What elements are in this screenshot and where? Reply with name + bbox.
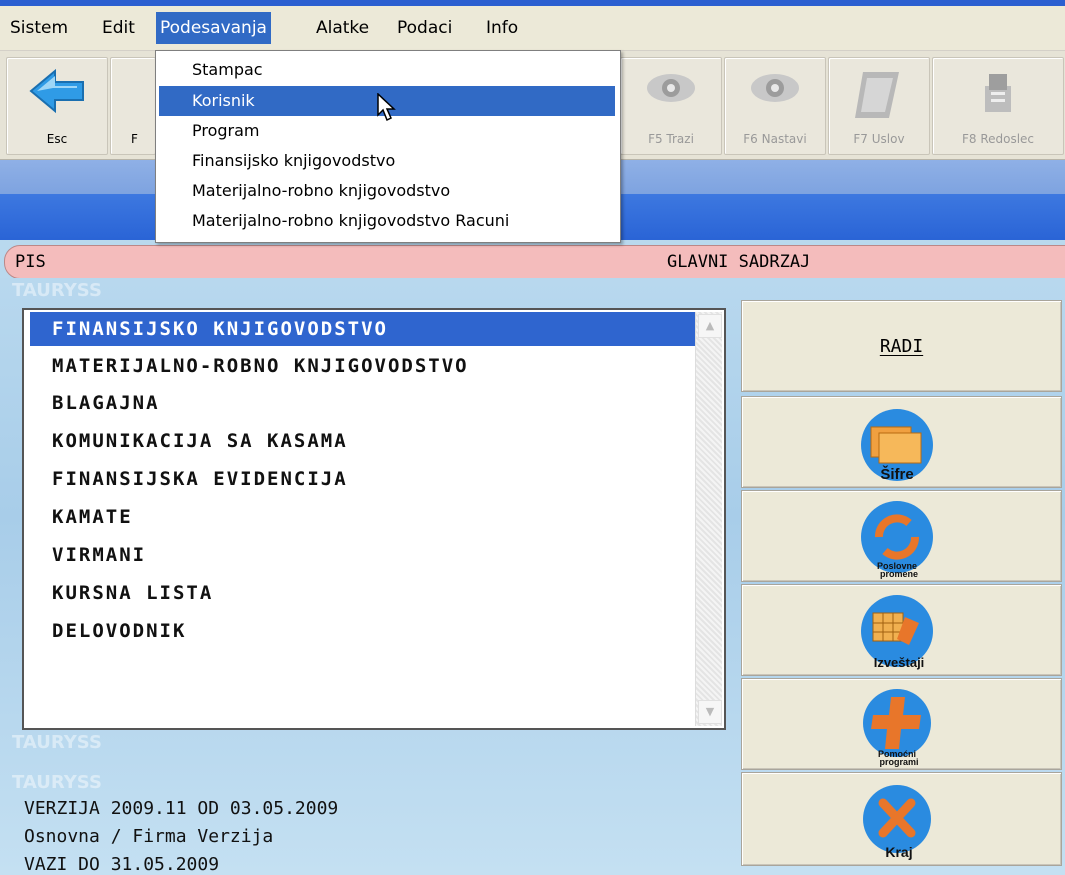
- list-scrollbar[interactable]: ▲ ▼: [695, 312, 722, 726]
- list-item[interactable]: MATERIJALNO-ROBNO KNJIGOVODSTVO: [30, 349, 695, 383]
- f8-label: F8 Redoslec: [961, 132, 1035, 146]
- f8-redosled-button[interactable]: F8 Redoslec: [932, 57, 1064, 155]
- watermark: TAURYSS: [12, 772, 102, 793]
- back-arrow-icon: [7, 68, 107, 118]
- menu-podaci[interactable]: Podaci: [393, 12, 456, 44]
- valid-until-line: VAZI DO 31.05.2009: [24, 854, 220, 875]
- sifre-label: Šifre: [880, 465, 913, 483]
- menu-sistem[interactable]: Sistem: [6, 12, 72, 44]
- radi-button[interactable]: RADI: [741, 300, 1062, 392]
- f7-uslov-button[interactable]: F7 Uslov: [828, 57, 930, 155]
- status-bar: PIS GLAVNI SADRZAJ: [4, 245, 1065, 279]
- esc-button[interactable]: Esc: [6, 57, 108, 155]
- watermark: TAURYSS: [12, 732, 102, 753]
- scroll-down-icon[interactable]: ▼: [698, 700, 722, 724]
- poslovne-promene-button[interactable]: Poslovne promene: [741, 490, 1062, 582]
- menu-podesavanja[interactable]: Podesavanja: [156, 12, 271, 44]
- list-item[interactable]: KOMUNIKACIJA SA KASAMA: [30, 424, 695, 458]
- list-item[interactable]: DELOVODNIK: [30, 614, 695, 648]
- podesavanja-dropdown: Stampac Korisnik Program Finansijsko knj…: [155, 50, 621, 243]
- menu-item-stampac[interactable]: Stampac: [159, 55, 615, 85]
- screen-title: GLAVNI SADRZAJ: [667, 252, 811, 272]
- izvestaji-label: Izveštaji: [874, 655, 925, 670]
- f7-label: F7 Uslov: [853, 132, 905, 146]
- mouse-cursor-icon: [377, 93, 396, 122]
- f5-label: F5 Trazi: [648, 132, 694, 146]
- report-icon: Izveštaji: [861, 595, 933, 670]
- list-item[interactable]: KAMATE: [30, 500, 695, 534]
- plus-icon: Pomoćni programi: [863, 689, 931, 767]
- version-line: VERZIJA 2009.11 OD 03.05.2009: [24, 798, 339, 819]
- menu-bar: Sistem Edit Podesavanja Alatke Podaci In…: [0, 6, 1065, 51]
- menu-edit[interactable]: Edit: [98, 12, 139, 44]
- promene-label: promene: [880, 569, 918, 579]
- eye-icon: [621, 68, 721, 112]
- list-item[interactable]: FINANSIJSKO KNJIGOVODSTVO: [30, 312, 695, 346]
- list-item[interactable]: VIRMANI: [30, 538, 695, 572]
- menu-alatke[interactable]: Alatke: [312, 12, 373, 44]
- menu-item-finansijsko[interactable]: Finansijsko knjigovodstvo: [159, 146, 615, 176]
- menu-item-materijalno[interactable]: Materijalno-robno knjigovodstvo: [159, 176, 615, 206]
- folders-icon: Šifre: [861, 409, 933, 483]
- watermark: TAURYSS: [12, 280, 102, 301]
- document-icon: [829, 68, 929, 126]
- pomocni-programi-button[interactable]: Pomoćni programi: [741, 678, 1062, 770]
- f6-nastavi-button[interactable]: F6 Nastavi: [724, 57, 826, 155]
- sifre-button[interactable]: Šifre: [741, 396, 1062, 488]
- list-item[interactable]: KURSNA LISTA: [30, 576, 695, 610]
- module-list[interactable]: FINANSIJSKO KNJIGOVODSTVO MATERIJALNO-RO…: [22, 308, 726, 730]
- f5-trazi-button[interactable]: F5 Trazi: [620, 57, 722, 155]
- kraj-button[interactable]: Kraj: [741, 772, 1062, 866]
- radi-label: RADI: [879, 336, 924, 357]
- list-item[interactable]: FINANSIJSKA EVIDENCIJA: [30, 462, 695, 496]
- kraj-label: Kraj: [885, 844, 912, 860]
- programi-label: programi: [879, 757, 918, 767]
- menu-info[interactable]: Info: [482, 12, 522, 44]
- eye-icon: [725, 68, 825, 112]
- menu-item-materijalno-racuni[interactable]: Materijalno-robno knjigovodstvo Racuni: [159, 206, 615, 236]
- edition-line: Osnovna / Firma Verzija: [24, 826, 274, 847]
- close-icon: Kraj: [863, 785, 931, 860]
- exchange-icon: Poslovne promene: [861, 501, 933, 579]
- f-button[interactable]: F: [110, 57, 156, 155]
- scroll-up-icon[interactable]: ▲: [698, 314, 722, 338]
- esc-label: Esc: [46, 132, 68, 146]
- sort-icon: [933, 68, 1063, 122]
- module-label: PIS: [15, 252, 46, 272]
- izvestaji-button[interactable]: Izveštaji: [741, 584, 1062, 676]
- list-item[interactable]: BLAGAJNA: [30, 386, 695, 420]
- f6-label: F6 Nastavi: [743, 132, 807, 146]
